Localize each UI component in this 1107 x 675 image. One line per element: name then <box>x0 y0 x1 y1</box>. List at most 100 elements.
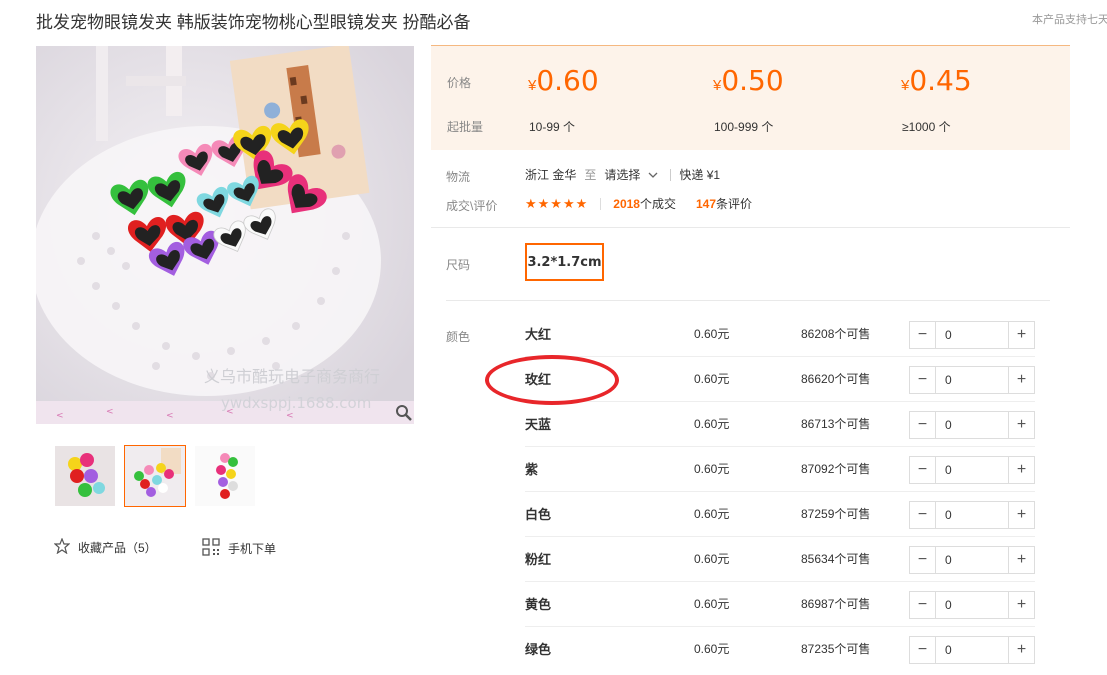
color-stock: 87235个可售 <box>801 642 871 656</box>
moq-label: 起批量 <box>447 120 484 134</box>
quantity-input[interactable]: 0 <box>936 322 1008 348</box>
color-price: 0.60元 <box>694 462 730 476</box>
thumbnail-1[interactable] <box>54 445 116 507</box>
increment-button[interactable]: + <box>1008 502 1034 528</box>
decrement-button[interactable]: − <box>910 592 936 618</box>
quantity-stepper: − 0 + <box>909 321 1035 349</box>
color-row-6: 粉红 0.60元 85634个可售 − 0 + <box>525 537 1035 582</box>
quantity-input[interactable]: 0 <box>936 592 1008 618</box>
decrement-button[interactable]: − <box>910 322 936 348</box>
color-price: 0.60元 <box>694 642 730 656</box>
decrement-button[interactable]: − <box>910 412 936 438</box>
color-name: 绿色 <box>525 642 552 657</box>
divider <box>431 227 1070 228</box>
mobile-order-button[interactable]: 手机下单 <box>202 538 276 559</box>
origin-text: 浙江 金华 <box>525 168 577 182</box>
decrement-button[interactable]: − <box>910 637 936 663</box>
annotation-circle <box>485 355 619 405</box>
quantity-stepper: − 0 + <box>909 501 1035 529</box>
zoom-icon[interactable] <box>395 404 413 422</box>
thumbnail-3[interactable] <box>194 445 256 507</box>
main-product-image[interactable]: < < < < < 义乌市酷玩电子商务商行 ywdxsppj.1688.com <box>36 46 414 424</box>
color-stock: 86208个可售 <box>801 327 871 341</box>
color-row-1: 大红 0.60元 86208个可售 − 0 + <box>525 312 1035 357</box>
increment-button[interactable]: + <box>1008 637 1034 663</box>
quantity-input[interactable]: 0 <box>936 547 1008 573</box>
deal-count[interactable]: 2018 <box>613 197 640 211</box>
rating-stars-icon: ★★★★★ <box>525 195 589 211</box>
quantity-input[interactable]: 0 <box>936 412 1008 438</box>
quantity-stepper: − 0 + <box>909 636 1035 664</box>
decrement-button[interactable]: − <box>910 547 936 573</box>
svg-text:<: < <box>286 411 294 421</box>
decrement-button[interactable]: − <box>910 367 936 393</box>
favorite-label: 收藏产品（5） <box>78 541 157 555</box>
quantity-input[interactable]: 0 <box>936 457 1008 483</box>
color-stock: 87259个可售 <box>801 507 871 521</box>
color-price: 0.60元 <box>694 597 730 611</box>
svg-text:<: < <box>106 407 114 417</box>
favorite-product-button[interactable]: 收藏产品（5） <box>53 537 157 557</box>
increment-button[interactable]: + <box>1008 367 1034 393</box>
size-label: 尺码 <box>446 258 471 272</box>
color-price: 0.60元 <box>694 372 730 386</box>
increment-button[interactable]: + <box>1008 322 1034 348</box>
color-price: 0.60元 <box>694 417 730 431</box>
quantity-stepper: − 0 + <box>909 456 1035 484</box>
express-fee: 快递 ¥1 <box>679 168 721 182</box>
svg-text:<: < <box>166 411 174 421</box>
svg-text:<: < <box>56 411 64 421</box>
to-text: 至 <box>584 168 597 182</box>
logistics-row: 浙江 金华 至 请选择 快递 ¥1 <box>525 166 720 183</box>
price-label: 价格 <box>447 76 472 90</box>
watermark-line2: ywdxsppj.1688.com <box>221 394 371 412</box>
watermark-line1: 义乌市酷玩电子商务商行 <box>204 367 380 386</box>
quantity-input[interactable]: 0 <box>936 367 1008 393</box>
logistics-label: 物流 <box>446 170 471 184</box>
decrement-button[interactable]: − <box>910 502 936 528</box>
product-title: 批发宠物眼镜发夹 韩版装饰宠物桃心型眼镜发夹 扮酷必备 <box>36 13 471 32</box>
divider <box>600 197 602 210</box>
destination-select[interactable]: 请选择 <box>604 166 640 183</box>
color-row-7: 黄色 0.60元 86987个可售 − 0 + <box>525 582 1035 627</box>
review-count[interactable]: 147 <box>696 197 716 211</box>
chevron-down-icon[interactable] <box>646 168 660 182</box>
increment-button[interactable]: + <box>1008 547 1034 573</box>
color-name: 粉红 <box>525 552 552 567</box>
color-stock: 86713个可售 <box>801 417 871 431</box>
color-name: 紫 <box>525 462 539 477</box>
range-tier-3: ≥1000 个 <box>902 120 951 134</box>
color-price: 0.60元 <box>694 552 730 566</box>
color-row-4: 紫 0.60元 87092个可售 − 0 + <box>525 447 1035 492</box>
mobile-order-label: 手机下单 <box>228 542 277 556</box>
star-outline-icon <box>53 537 71 557</box>
price-panel: 价格 起批量 ¥0.60 10-99 个 ¥0.50 100-999 个 ¥0.… <box>431 45 1070 150</box>
increment-button[interactable]: + <box>1008 412 1034 438</box>
color-name: 天蓝 <box>525 417 552 432</box>
color-name: 黄色 <box>525 597 552 612</box>
deals-row: ★★★★★ 2018 个成交 147 条评价 <box>525 195 752 212</box>
price-tier-2: ¥0.50 <box>713 64 784 97</box>
decrement-button[interactable]: − <box>910 457 936 483</box>
color-name: 大红 <box>525 327 552 342</box>
increment-button[interactable]: + <box>1008 592 1034 618</box>
color-name: 白色 <box>525 507 552 522</box>
quantity-stepper: − 0 + <box>909 411 1035 439</box>
thumbnail-strip <box>54 445 256 507</box>
quantity-input[interactable]: 0 <box>936 637 1008 663</box>
size-option-selected[interactable]: 3.2*1.7cm <box>525 243 604 281</box>
increment-button[interactable]: + <box>1008 457 1034 483</box>
thumbnail-2[interactable] <box>124 445 186 507</box>
color-stock: 86620个可售 <box>801 372 871 386</box>
review-suffix: 条评价 <box>716 197 753 211</box>
deal-suffix: 个成交 <box>639 197 676 211</box>
divider <box>670 168 672 181</box>
support-text: 本产品支持七天 <box>1032 14 1107 26</box>
price-tier-3: ¥0.45 <box>901 64 972 97</box>
quantity-input[interactable]: 0 <box>936 502 1008 528</box>
quantity-stepper: − 0 + <box>909 591 1035 619</box>
quantity-stepper: − 0 + <box>909 546 1035 574</box>
color-price: 0.60元 <box>694 507 730 521</box>
color-row-3: 天蓝 0.60元 86713个可售 − 0 + <box>525 402 1035 447</box>
color-row-5: 白色 0.60元 87259个可售 − 0 + <box>525 492 1035 537</box>
